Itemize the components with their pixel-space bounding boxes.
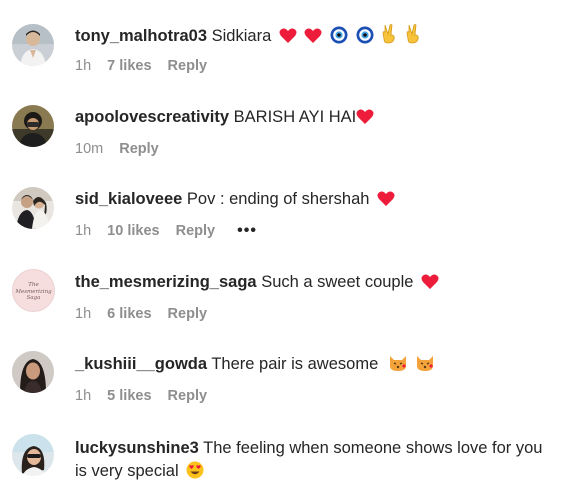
heart-emoji [304,28,322,50]
comment-body-continued: is very special [75,460,563,485]
avatar[interactable] [12,187,54,229]
comment-text: is very special [75,462,179,480]
comment-body: sid_kialoveee Pov : ending of shershah [75,188,563,213]
comment-text: The feeling when someone shows love for … [203,439,543,457]
comment-username[interactable]: luckysunshine3 [75,439,199,457]
comment-meta: 10m Reply [75,140,159,158]
avatar[interactable]: The Mesmerizing Saga [12,269,55,312]
reply-button[interactable]: Reply [168,57,208,75]
nazar-emoji [356,26,374,50]
more-options-icon[interactable]: ••• [237,222,257,240]
comment-time: 1h [75,223,92,240]
likes-count[interactable]: 6 likes [107,305,151,323]
comment-body: tony_malhotra03 Sidkiara [75,24,563,50]
comment-username[interactable]: tony_malhotra03 [75,27,207,45]
comment-meta: 1h 5 likes Reply [75,387,207,405]
comment-username[interactable]: _kushiii__gowda [75,355,207,373]
kissing-cat-emoji [415,354,435,378]
kissing-cat-emoji [388,354,408,378]
likes-count[interactable]: 5 likes [107,387,151,405]
comment-body: _kushiii__gowda There pair is awesome [75,353,563,378]
comment-time: 1h [75,388,92,405]
heart-emoji [421,274,439,296]
heart-emoji [356,109,374,131]
heart-emoji [377,191,395,213]
likes-count[interactable]: 10 likes [107,222,159,240]
comment-body: apoolovescreativity BARISH AYI HAI [75,106,563,131]
avatar[interactable] [12,24,54,66]
comment-body: the_mesmerizing_saga Such a sweet couple [75,271,563,296]
comment-meta: 1h 10 likes Reply ••• [75,222,257,240]
comment-username[interactable]: apoolovescreativity [75,108,229,126]
avatar[interactable] [12,105,54,147]
reply-button[interactable]: Reply [119,140,159,158]
comment-body: luckysunshine3 The feeling when someone … [75,437,563,459]
victory-hand-emoji [405,24,421,50]
heart-eyes-emoji [186,461,204,485]
avatar[interactable] [12,351,54,393]
comment-time: 1h [75,306,92,323]
comment-text: BARISH AYI HAI [233,108,357,126]
comment-text: Sidkiara [211,27,272,45]
reply-button[interactable]: Reply [176,222,216,240]
comment-meta: 1h 7 likes Reply [75,57,207,75]
comment-meta: 1h 6 likes Reply [75,305,207,323]
nazar-emoji [330,26,348,50]
heart-emoji [279,28,297,50]
victory-hand-emoji [381,24,397,50]
comment-username[interactable]: sid_kialoveee [75,190,182,208]
comment-text: There pair is awesome [211,355,379,373]
avatar[interactable] [12,434,54,476]
reply-button[interactable]: Reply [168,305,208,323]
comment-text: Such a sweet couple [261,273,414,291]
reply-button[interactable]: Reply [168,387,208,405]
likes-count[interactable]: 7 likes [107,57,151,75]
avatar-logo-text: The Mesmerizing Saga [15,282,52,301]
comment-time: 1h [75,58,92,75]
comment-time: 10m [75,141,104,158]
comment-text: Pov : ending of shershah [186,190,370,208]
comment-username[interactable]: the_mesmerizing_saga [75,273,257,291]
